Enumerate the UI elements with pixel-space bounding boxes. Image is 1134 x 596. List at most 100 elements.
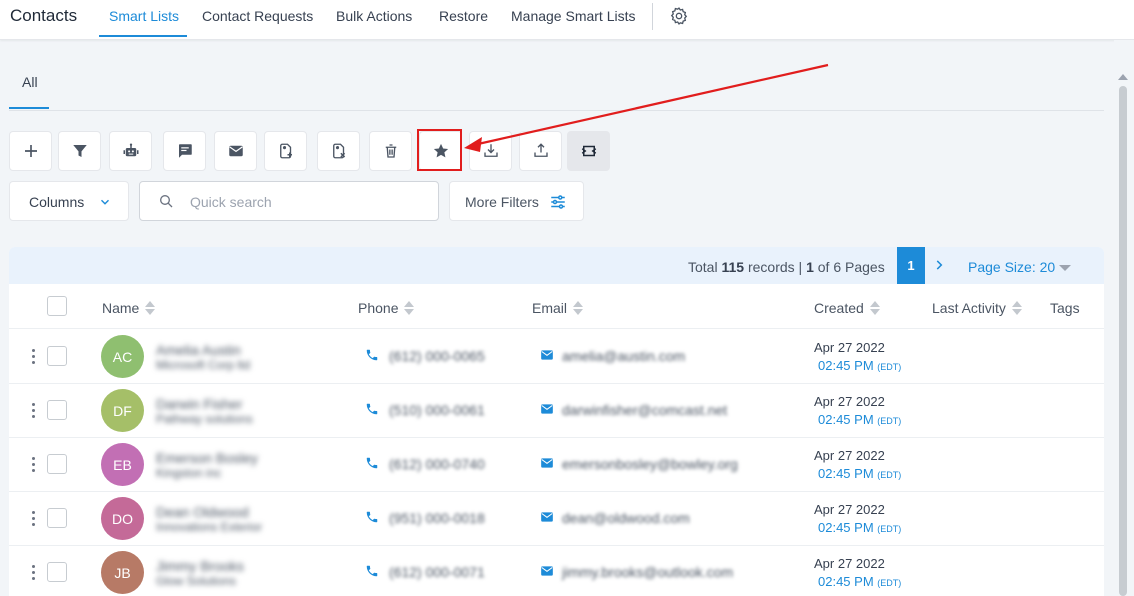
add-to-favorites-button[interactable] [419,131,462,171]
email-icon [541,566,553,576]
contact-email[interactable]: amelia@austin.com [562,348,685,364]
row-checkbox[interactable] [47,562,67,582]
scroll-up-arrow[interactable] [1118,74,1128,80]
created-date: Apr 27 2022 [814,556,885,571]
email-icon [541,458,553,468]
contact-email[interactable]: dean@oldwood.com [562,510,690,526]
sort-icon [404,300,415,316]
contact-company: Innovations Exterior [156,520,263,534]
send-email-button[interactable] [214,131,257,171]
column-header-name[interactable]: Name [102,300,156,317]
merge-icon [581,145,596,157]
remove-tag-button[interactable] [317,131,360,171]
contact-name[interactable]: Emerson Bosley [156,450,258,466]
star-icon [433,143,448,158]
add-tag-button[interactable] [264,131,307,171]
send-sms-button[interactable] [163,131,206,171]
phone-icon [366,511,378,523]
avatar: JB [101,551,144,594]
delete-button[interactable] [369,131,412,171]
more-filters-label: More Filters [465,194,539,210]
row-divider [9,545,1104,546]
select-all-checkbox[interactable] [47,296,67,316]
phone-icon [366,349,378,361]
contact-company: Pathway solutions [156,412,253,426]
contact-phone[interactable]: (612) 000-0065 [389,348,485,364]
contact-email[interactable]: jimmy.brooks@outlook.com [562,564,733,580]
column-header-email[interactable]: Email [532,300,584,317]
avatar: AC [101,335,144,378]
sliders-icon [551,195,565,209]
merge-button[interactable] [567,131,610,171]
import-icon [483,144,498,157]
chevron-right-icon[interactable] [932,258,946,272]
quick-search[interactable] [139,181,439,221]
avatar: DO [101,497,144,540]
top-nav: Contacts Smart Lists Contact Requests Bu… [0,0,1134,40]
row-checkbox[interactable] [47,346,67,366]
columns-dropdown[interactable]: Columns [9,181,129,221]
automation-button[interactable] [109,131,152,171]
subtab-indicator [9,107,49,109]
page-1-button[interactable]: 1 [897,247,925,284]
phone-icon [366,403,378,415]
email-icon [541,404,553,414]
created-date: Apr 27 2022 [814,502,885,517]
row-checkbox[interactable] [47,400,67,420]
contact-name[interactable]: Dean Oldwood [156,504,249,520]
row-actions-icon[interactable] [31,565,37,581]
contact-company: Microsoft Corp ltd [156,358,251,372]
column-header-last-activity[interactable]: Last Activity [932,300,1022,317]
caret-down-icon[interactable] [1059,265,1071,271]
contact-name[interactable]: Darwin Fisher [156,396,242,412]
column-header-phone[interactable]: Phone [358,300,415,317]
row-actions-icon[interactable] [31,457,37,473]
contact-phone[interactable]: (510) 000-0061 [389,402,485,418]
tab-restore[interactable]: Restore [439,8,488,24]
tab-smart-lists[interactable]: Smart Lists [109,8,179,24]
remove-tag-icon [332,143,345,159]
contact-phone[interactable]: (612) 000-0740 [389,456,485,472]
contact-phone[interactable]: (951) 000-0018 [389,510,485,526]
column-header-created[interactable]: Created [814,300,880,317]
row-actions-icon[interactable] [31,403,37,419]
row-actions-icon[interactable] [31,511,37,527]
plus-icon [24,145,37,157]
sort-icon [145,300,156,316]
add-tag-icon [279,143,292,159]
contact-name[interactable]: Amelia Austin [156,342,241,358]
created-time: 02:45 PM (EDT) [818,574,902,589]
tab-manage-smart-lists[interactable]: Manage Smart Lists [511,8,636,24]
row-actions-icon[interactable] [31,349,37,365]
contact-company: Glow Solutions [156,574,237,588]
tab-contact-requests[interactable]: Contact Requests [202,8,313,24]
row-checkbox[interactable] [47,508,67,528]
chevron-down-icon [101,199,109,205]
import-button[interactable] [469,131,512,171]
add-contact-button[interactable] [9,131,52,171]
trash-icon [385,144,396,158]
contact-name[interactable]: Jimmy Brooks [156,558,244,574]
subtab-divider [9,110,1104,111]
created-time: 02:45 PM (EDT) [818,466,902,481]
tab-bulk-actions[interactable]: Bulk Actions [336,8,412,24]
phone-icon [366,565,378,577]
scrollbar-thumb[interactable] [1119,86,1127,596]
contact-company: Kingston inc [156,466,222,480]
contact-email[interactable]: darwinfisher@comcast.net [562,402,727,418]
more-filters-button[interactable]: More Filters [449,181,584,221]
row-checkbox[interactable] [47,454,67,474]
contact-email[interactable]: emersonbosley@bowley.org [562,456,738,472]
filter-button[interactable] [58,131,101,171]
export-button[interactable] [519,131,562,171]
created-time: 02:45 PM (EDT) [818,412,902,427]
avatar: DF [101,389,144,432]
gear-icon[interactable] [669,6,689,26]
contact-phone[interactable]: (612) 000-0071 [389,564,485,580]
subtab-all[interactable]: All [22,74,38,90]
row-divider [9,383,1104,384]
page-size-select[interactable]: Page Size: 20 [968,259,1055,275]
search-input[interactable] [190,190,420,214]
app-title: Contacts [10,6,78,25]
created-date: Apr 27 2022 [814,340,885,355]
